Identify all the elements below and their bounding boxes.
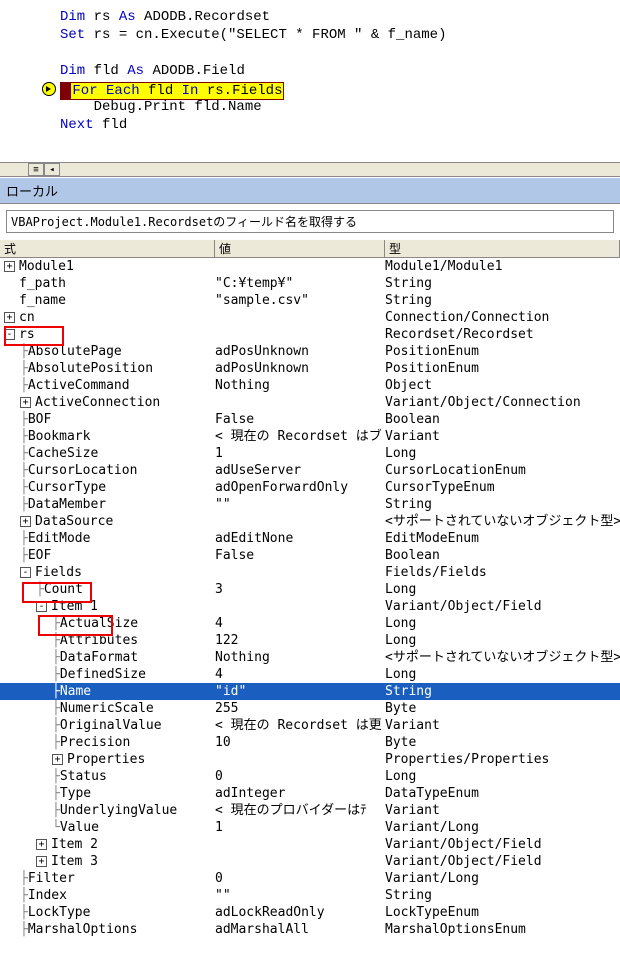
table-row: ├ NumericScale255Byte bbox=[0, 700, 620, 717]
header-expression[interactable]: 式 bbox=[0, 240, 215, 257]
table-row: +Item 2Variant/Object/Field bbox=[0, 836, 620, 853]
table-row: ├ CursorLocationadUseServerCursorLocatio… bbox=[0, 462, 620, 479]
expand-icon[interactable]: + bbox=[36, 839, 47, 850]
expand-icon[interactable]: + bbox=[36, 856, 47, 867]
table-row: ├ AbsolutePageadPosUnknownPositionEnum bbox=[0, 343, 620, 360]
table-row: ├ DataFormatNothing<サポートされていないオブジェクト型> bbox=[0, 649, 620, 666]
table-row: -FieldsFields/Fields bbox=[0, 564, 620, 581]
locals-context: VBAProject.Module1.Recordsetのフィールド名を取得する bbox=[6, 210, 614, 233]
table-row: ├ Attributes122Long bbox=[0, 632, 620, 649]
table-row: f_name"sample.csv"String bbox=[0, 292, 620, 309]
code-editor: Dim rs As ADODB.Recordset Set rs = cn.Ex… bbox=[0, 0, 620, 162]
breakpoint-icon[interactable] bbox=[42, 82, 56, 96]
current-line-margin bbox=[60, 82, 70, 100]
table-row: ├ DataMember""String bbox=[0, 496, 620, 513]
table-row: ├ Precision10Byte bbox=[0, 734, 620, 751]
expand-icon[interactable]: + bbox=[20, 397, 31, 408]
table-row: ├ MarshalOptionsadMarshalAllMarshalOptio… bbox=[0, 921, 620, 938]
expand-icon[interactable]: + bbox=[4, 261, 15, 272]
table-row: +Item 3Variant/Object/Field bbox=[0, 853, 620, 870]
table-row: -Item 1Variant/Object/Field bbox=[0, 598, 620, 615]
table-row: └ Value1Variant/Long bbox=[0, 819, 620, 836]
table-row: ├ AbsolutePositionadPosUnknownPositionEn… bbox=[0, 360, 620, 377]
kw-set: Set bbox=[60, 27, 94, 43]
table-row: ├ Count3Long bbox=[0, 581, 620, 598]
table-row: ├ ActualSize4Long bbox=[0, 615, 620, 632]
collapse-icon[interactable]: - bbox=[36, 601, 47, 612]
table-row: +cnConnection/Connection bbox=[0, 309, 620, 326]
table-row: ├ Status0Long bbox=[0, 768, 620, 785]
table-row: f_path"C:¥temp¥"String bbox=[0, 275, 620, 292]
table-row: ├ LockTypeadLockReadOnlyLockTypeEnum bbox=[0, 904, 620, 921]
table-row: ├ Index""String bbox=[0, 887, 620, 904]
current-line: For Each fld In rs.Fields bbox=[70, 82, 284, 100]
table-row: ├ Filter0Variant/Long bbox=[0, 870, 620, 887]
kw-next: Next bbox=[60, 117, 102, 133]
table-row: -rsRecordset/Recordset bbox=[0, 326, 620, 343]
table-row: ├ TypeadIntegerDataTypeEnum bbox=[0, 785, 620, 802]
locals-title: ローカル bbox=[0, 177, 620, 204]
table-row: ├ Bookmark< 現在の Recordset はブVariant bbox=[0, 428, 620, 445]
kw-dim: Dim bbox=[60, 9, 94, 25]
table-row: ├ DefinedSize4Long bbox=[0, 666, 620, 683]
nav-next-icon[interactable]: ◂ bbox=[44, 163, 60, 176]
table-row: ├ UnderlyingValue< 現在のプロバイダーはﾃVariant bbox=[0, 802, 620, 819]
header-value[interactable]: 値 bbox=[215, 240, 385, 257]
locals-tree[interactable]: +Module1Module1/Module1 f_path"C:¥temp¥"… bbox=[0, 258, 620, 938]
table-row: ├ CursorTypeadOpenForwardOnlyCursorTypeE… bbox=[0, 479, 620, 496]
collapse-icon[interactable]: - bbox=[4, 329, 15, 340]
table-row: ├ ActiveCommandNothingObject bbox=[0, 377, 620, 394]
table-row: +DataSource<サポートされていないオブジェクト型> bbox=[0, 513, 620, 530]
expand-icon[interactable]: + bbox=[20, 516, 31, 527]
splitter-bar[interactable]: ≡ ◂ bbox=[0, 162, 620, 177]
nav-prev-icon[interactable]: ≡ bbox=[28, 163, 44, 176]
table-row: ├ EOFFalseBoolean bbox=[0, 547, 620, 564]
table-row: ├ BOFFalseBoolean bbox=[0, 411, 620, 428]
table-row: ├ CacheSize1Long bbox=[0, 445, 620, 462]
table-row: ├ OriginalValue< 現在の Recordset は更Variant bbox=[0, 717, 620, 734]
table-row: ├ EditModeadEditNoneEditModeEnum bbox=[0, 530, 620, 547]
locals-header: 式 値 型 bbox=[0, 239, 620, 258]
table-row: +PropertiesProperties/Properties bbox=[0, 751, 620, 768]
table-row-selected: ├ Name"id"String bbox=[0, 683, 620, 700]
expand-icon[interactable]: + bbox=[52, 754, 63, 765]
table-row: +ActiveConnectionVariant/Object/Connecti… bbox=[0, 394, 620, 411]
expand-icon[interactable]: + bbox=[4, 312, 15, 323]
header-type[interactable]: 型 bbox=[385, 240, 620, 257]
table-row: +Module1Module1/Module1 bbox=[0, 258, 620, 275]
collapse-icon[interactable]: - bbox=[20, 567, 31, 578]
